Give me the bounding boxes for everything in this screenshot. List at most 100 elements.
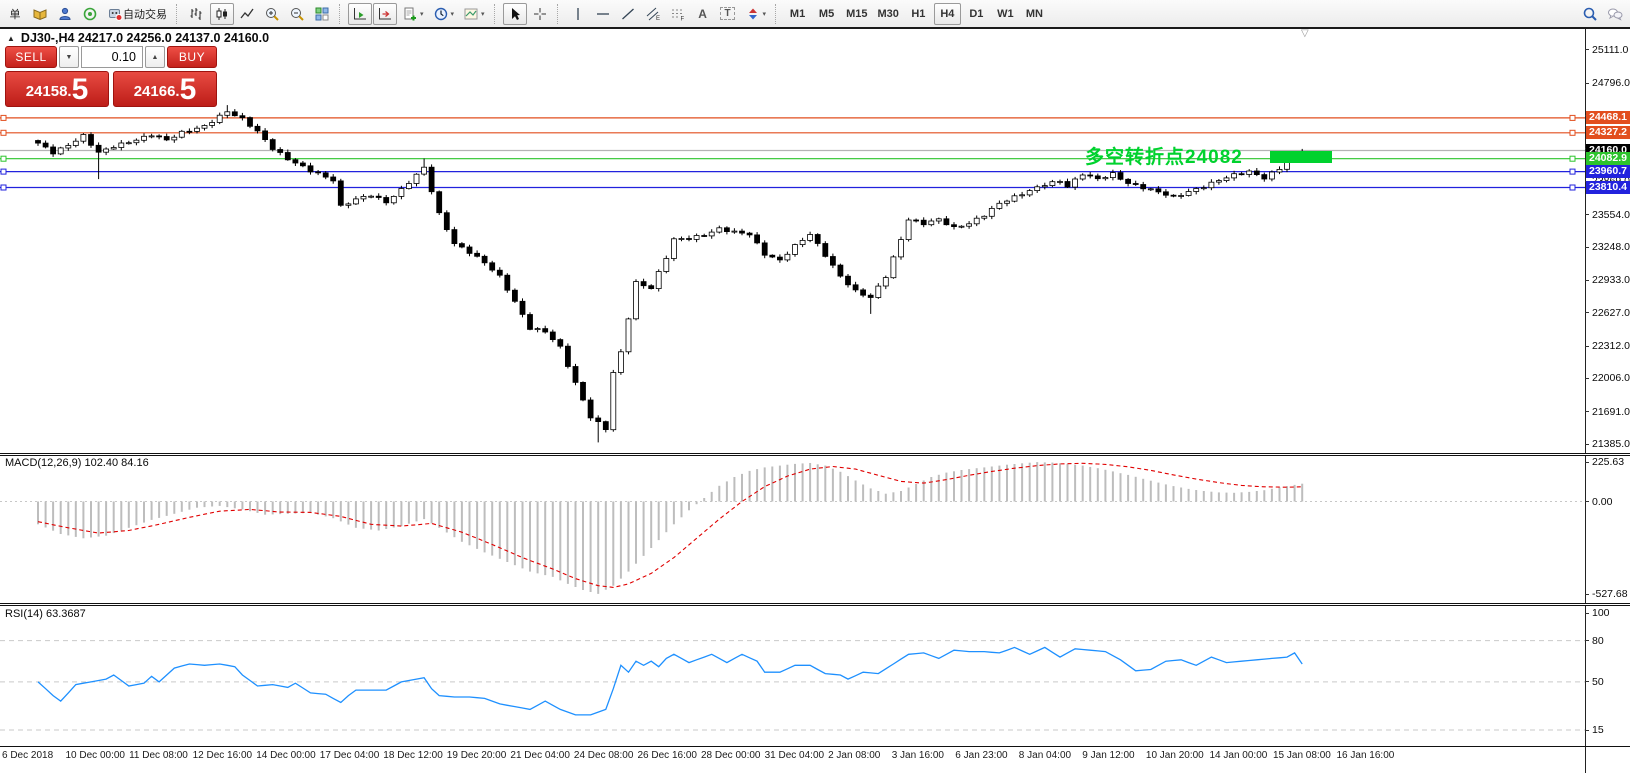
axis-tick xyxy=(1585,411,1589,412)
timeframe-M1[interactable]: M1 xyxy=(784,3,811,25)
axis-tick xyxy=(1585,378,1589,379)
axis-tick-label: 225.63 xyxy=(1592,456,1624,468)
axis-tick-label: 22627.0 xyxy=(1592,307,1630,319)
gold-book-icon xyxy=(32,6,48,22)
crosshair-button[interactable] xyxy=(528,3,552,25)
time-axis-label: 6 Jan 23:00 xyxy=(955,750,1007,761)
axis-tick-label: 21691.0 xyxy=(1592,406,1630,418)
cursor-button[interactable] xyxy=(503,3,527,25)
time-axis-label: 15 Jan 08:00 xyxy=(1273,750,1331,761)
time-axis-label: 3 Jan 16:00 xyxy=(892,750,944,761)
line-chart-button[interactable] xyxy=(235,3,259,25)
axis-tick-label: 23554.0 xyxy=(1592,209,1630,221)
timeframe-H4[interactable]: H4 xyxy=(934,3,961,25)
candlestick-chart-button[interactable] xyxy=(210,3,234,25)
time-axis-label: 11 Dec 08:00 xyxy=(129,750,188,761)
axis-tick-label: 50 xyxy=(1592,676,1604,688)
time-axis-label: 26 Dec 16:00 xyxy=(638,750,698,761)
chart-window-top-border xyxy=(0,27,1630,29)
autotrade-button[interactable]: 自动交易 xyxy=(103,3,171,25)
axis-tick xyxy=(1585,83,1589,84)
axis-tick xyxy=(1585,730,1589,731)
chart-shift-icon xyxy=(377,6,393,22)
timeframe-M30[interactable]: M30 xyxy=(873,3,902,25)
text-tool-button[interactable]: A xyxy=(691,3,715,25)
new-order-label: 单 xyxy=(10,6,21,22)
axis-tick-label: 25111.0 xyxy=(1592,44,1628,56)
timeframe-H1[interactable]: H1 xyxy=(905,3,932,25)
volume-decrease-button[interactable]: ▼ xyxy=(59,46,79,68)
fibonacci-icon: F xyxy=(670,6,686,22)
volume-increase-button[interactable]: ▲ xyxy=(145,46,165,68)
sell-button[interactable]: SELL xyxy=(5,46,57,68)
price-line-label[interactable]: 23810.4 xyxy=(1586,181,1630,194)
buy-button[interactable]: BUY xyxy=(167,46,217,68)
scroll-anchor-icon[interactable]: ▽ xyxy=(1301,28,1309,39)
price-line-label[interactable]: 24468.1 xyxy=(1586,111,1630,124)
collapse-arrow-icon[interactable]: ▲ xyxy=(7,34,15,43)
price-line-label[interactable]: 24327.2 xyxy=(1586,126,1630,139)
axis-tick-label: 22933.0 xyxy=(1592,274,1630,286)
buy-price-box[interactable]: 24166.5 xyxy=(113,71,217,107)
depth-of-market-button[interactable] xyxy=(53,3,77,25)
horizontal-line-button[interactable] xyxy=(591,3,615,25)
axis-tick-label: 100 xyxy=(1592,607,1610,619)
timeframe-M5[interactable]: M5 xyxy=(813,3,840,25)
axis-tick-label: 15 xyxy=(1592,724,1604,736)
main-toolbar: 单 自动交易 ▾ ▾ ▾ E F A T ▾ M1M5M15M30H1H4D1W… xyxy=(0,0,1630,27)
auto-scroll-icon xyxy=(352,6,368,22)
trendline-button[interactable] xyxy=(616,3,640,25)
timeframe-W1[interactable]: W1 xyxy=(992,3,1019,25)
time-axis-label: 10 Jan 20:00 xyxy=(1146,750,1204,761)
rsi-label: RSI(14) 63.3687 xyxy=(5,608,86,620)
buy-price-frac: 5 xyxy=(180,75,197,105)
auto-scroll-button[interactable] xyxy=(348,3,372,25)
axis-tick xyxy=(1585,247,1589,248)
pane-separator[interactable] xyxy=(0,603,1630,606)
axis-tick xyxy=(1585,681,1589,682)
channel-button[interactable]: E xyxy=(641,3,665,25)
zoom-out-button[interactable] xyxy=(285,3,309,25)
axis-tick xyxy=(1585,594,1589,595)
chat-button[interactable] xyxy=(1603,3,1627,25)
timeframe-M15[interactable]: M15 xyxy=(842,3,871,25)
arrows-tool-button[interactable]: ▾ xyxy=(741,3,771,25)
zoom-in-button[interactable] xyxy=(260,3,284,25)
time-axis-label: 10 Dec 00:00 xyxy=(66,750,126,761)
market-watch-button[interactable] xyxy=(28,3,52,25)
chart-annotation-text[interactable]: 多空转折点24082 xyxy=(1085,142,1243,169)
axis-tick xyxy=(1585,444,1589,445)
time-axis-label: 24 Dec 08:00 xyxy=(574,750,634,761)
axis-tick xyxy=(1585,501,1589,502)
chart-title-text: DJ30-,H4 24217.0 24256.0 24137.0 24160.0 xyxy=(21,31,269,45)
bar-chart-button[interactable] xyxy=(185,3,209,25)
chart-annotation-highlight[interactable] xyxy=(1270,151,1332,163)
indicators-button[interactable]: ▾ xyxy=(398,3,428,25)
tile-windows-button[interactable] xyxy=(310,3,334,25)
new-order-button[interactable]: 单 xyxy=(3,3,27,25)
fibonacci-button[interactable]: F xyxy=(666,3,690,25)
price-line-label[interactable]: 23960.7 xyxy=(1586,165,1630,178)
time-axis-label: 14 Jan 00:00 xyxy=(1210,750,1268,761)
timeframe-MN[interactable]: MN xyxy=(1021,3,1048,25)
sell-price-box[interactable]: 24158.5 xyxy=(5,71,109,107)
line-chart-icon xyxy=(239,6,255,22)
search-button[interactable] xyxy=(1578,3,1602,25)
cursor-icon xyxy=(507,6,523,22)
zoom-in-icon xyxy=(264,6,280,22)
text-label-button[interactable]: T xyxy=(716,3,740,25)
time-axis-label: 2 Jan 08:00 xyxy=(828,750,880,761)
signals-button[interactable] xyxy=(78,3,102,25)
toolbar-separator xyxy=(557,4,561,24)
time-axis-label: 28 Dec 00:00 xyxy=(701,750,761,761)
time-axis-label: 16 Jan 16:00 xyxy=(1337,750,1395,761)
volume-input[interactable] xyxy=(81,46,143,68)
pane-separator[interactable] xyxy=(0,453,1630,456)
chart-shift-button[interactable] xyxy=(373,3,397,25)
macd-label: MACD(12,26,9) 102.40 84.16 xyxy=(5,457,149,469)
timeframe-D1[interactable]: D1 xyxy=(963,3,990,25)
templates-button[interactable]: ▾ xyxy=(459,3,489,25)
periods-button[interactable]: ▾ xyxy=(429,3,459,25)
price-line-label[interactable]: 24082.9 xyxy=(1586,152,1630,165)
vertical-line-button[interactable] xyxy=(566,3,590,25)
